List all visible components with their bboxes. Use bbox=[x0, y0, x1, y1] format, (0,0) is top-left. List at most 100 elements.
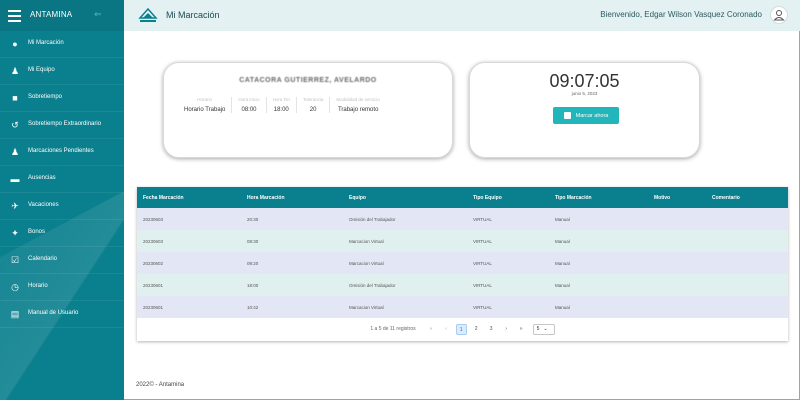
schedule-value: Horario Trabajo bbox=[184, 107, 226, 113]
page-1-button[interactable]: 1 bbox=[455, 323, 467, 335]
sidebar-item-calendario[interactable]: ☑ Calendario bbox=[0, 247, 124, 274]
sidebar-item-label: Ausencias bbox=[28, 175, 56, 181]
cell-time: 20:30 bbox=[247, 217, 259, 222]
team-icon: ♟ bbox=[10, 66, 20, 76]
sidebar-item-mi-equipo[interactable]: ♟ Mi Equipo bbox=[0, 58, 124, 85]
sidebar-item-mi-marcacion[interactable]: ● Mi Marcación bbox=[0, 31, 124, 58]
column-header[interactable]: Fecha Marcación bbox=[143, 195, 184, 201]
user-icon bbox=[773, 10, 785, 21]
service-mode-column: Modalidad de servicio Trabajo remoto bbox=[330, 97, 386, 113]
sidebar-item-vacaciones[interactable]: ✈ Vacaciones bbox=[0, 193, 124, 220]
sidebar-item-sobretiempo[interactable]: ■ Sobretiempo bbox=[0, 85, 124, 112]
sidebar-item-label: Calendario bbox=[28, 256, 58, 262]
table-row[interactable]: 20230602 09:20 Marcacion Virtual VIRTUAL… bbox=[137, 252, 788, 274]
cell-device: Omisión del Trabajador bbox=[349, 283, 396, 288]
book-icon: ▤ bbox=[10, 309, 20, 319]
sidebar-item-horario[interactable]: ◷ Horario bbox=[0, 274, 124, 301]
cell-device: Marcacion Virtual bbox=[349, 305, 384, 310]
tolerance-column: Tolerancia 20 bbox=[297, 97, 331, 113]
cell-mark-type: Manual bbox=[555, 261, 570, 266]
antamina-logo bbox=[138, 7, 158, 22]
pagination: 1 a 5 de 11 registros « ‹ 1 2 3 › » 5 ⌄ bbox=[137, 322, 788, 336]
column-header[interactable]: Tipo Marcación bbox=[555, 195, 592, 201]
cell-device: Omisión del Trabajador bbox=[349, 217, 396, 222]
schedule-column: Horario Horario Trabajo bbox=[178, 97, 233, 113]
cell-device-type: VIRTUAL bbox=[473, 283, 492, 288]
calendar-check-icon: ☑ bbox=[10, 255, 20, 265]
start-time-label: Hora inicio bbox=[238, 97, 260, 102]
page-2-button[interactable]: 2 bbox=[471, 324, 482, 335]
hamburger-menu-icon[interactable] bbox=[8, 10, 21, 22]
sidebar-item-label: Mi Equipo bbox=[28, 67, 55, 73]
page-size-select[interactable]: 5 ⌄ bbox=[532, 323, 555, 335]
column-header[interactable]: Motivo bbox=[654, 195, 670, 201]
table-body: 20230603 20:30 Omisión del Trabajador VI… bbox=[137, 208, 788, 318]
schedule-details: Horario Horario Trabajo Hora inicio 08:0… bbox=[178, 97, 386, 113]
lock-icon bbox=[563, 112, 571, 119]
start-time-value: 08:00 bbox=[241, 107, 257, 113]
next-page-button[interactable]: › bbox=[501, 324, 512, 335]
first-page-button[interactable]: « bbox=[426, 324, 437, 335]
clock-icon: ◷ bbox=[11, 282, 19, 292]
table-row[interactable]: 20230601 10:42 Marcacion Virtual VIRTUAL… bbox=[137, 296, 788, 318]
sidebar-item-manual-de-usuario[interactable]: ▤ Manual de Usuario bbox=[0, 301, 124, 328]
table-row[interactable]: 20230603 08:30 Marcacion Virtual VIRTUAL… bbox=[137, 230, 788, 252]
cell-device-type: VIRTUAL bbox=[473, 239, 492, 244]
current-date: junio 5, 2023 bbox=[571, 91, 598, 96]
end-time-value: 18:00 bbox=[273, 107, 289, 113]
sidebar-item-bonos[interactable]: ✦ Bonos bbox=[0, 220, 124, 247]
mark-now-label: Marcar ahora bbox=[575, 112, 609, 119]
history-icon: ↺ bbox=[11, 120, 19, 130]
end-time-label: Hora Fin bbox=[272, 97, 290, 102]
cell-date: 20230601 bbox=[143, 305, 164, 310]
cell-time: 10:42 bbox=[247, 305, 259, 310]
table-row[interactable]: 20230603 20:30 Omisión del Trabajador VI… bbox=[137, 208, 788, 230]
column-header[interactable]: Hora Marcación bbox=[247, 195, 285, 201]
sidebar-menu: ● Mi Marcación ♟ Mi Equipo ■ Sobretiempo… bbox=[0, 31, 124, 328]
cell-time: 09:20 bbox=[247, 261, 259, 266]
service-mode-label: Modalidad de servicio bbox=[336, 97, 380, 102]
page-size-value: 5 bbox=[536, 326, 540, 332]
sidebar-item-label: Sobretiempo bbox=[28, 94, 63, 100]
fingerprint-icon: ● bbox=[12, 39, 18, 49]
calendar-minus-icon: ▬ bbox=[10, 174, 20, 184]
tolerance-value: 20 bbox=[309, 107, 317, 113]
users-icon: ♟ bbox=[10, 147, 20, 157]
table-header: Fecha Marcación Hora Marcación Equipo Ti… bbox=[137, 187, 788, 208]
sidebar-item-ausencias[interactable]: ▬ Ausencias bbox=[0, 166, 124, 193]
welcome-message: Bienvenido, Edgar Wilson Vasquez Coronad… bbox=[600, 10, 762, 19]
cell-date: 20230603 bbox=[143, 217, 164, 222]
user-menu-button[interactable] bbox=[770, 6, 788, 24]
page-3-button[interactable]: 3 bbox=[486, 324, 497, 335]
sidebar-item-marcaciones-pendientes[interactable]: ♟ Marcaciones Pendientes bbox=[0, 139, 124, 166]
footer-copyright: 2022© - Antamina bbox=[136, 382, 185, 388]
column-header[interactable]: Comentario bbox=[712, 195, 740, 201]
prev-page-button[interactable]: ‹ bbox=[441, 324, 452, 335]
tolerance-label: Tolerancia bbox=[302, 97, 324, 102]
schedule-info-card: CATACORA GUTIERREZ, AVELARDO Horario Hor… bbox=[163, 62, 453, 158]
cell-mark-type: Manual bbox=[555, 305, 570, 310]
cell-time: 18:00 bbox=[247, 283, 259, 288]
records-summary: 1 a 5 de 11 registros bbox=[370, 326, 416, 332]
start-time-column: Hora inicio 08:00 bbox=[232, 97, 267, 113]
collapse-arrow-icon[interactable]: ⇐ bbox=[94, 9, 102, 20]
mark-now-button[interactable]: Marcar ahora bbox=[553, 107, 619, 124]
cell-device-type: VIRTUAL bbox=[473, 305, 492, 310]
column-header[interactable]: Tipo Equipo bbox=[473, 195, 502, 201]
page-title: Mi Marcación bbox=[166, 10, 220, 20]
cell-device: Marcacion Virtual bbox=[349, 261, 384, 266]
end-time-column: Hora Fin 18:00 bbox=[267, 97, 297, 113]
sidebar-item-label: Mi Marcación bbox=[28, 40, 64, 46]
service-mode-value: Trabajo remoto bbox=[337, 107, 379, 113]
top-header: Mi Marcación Bienvenido, Edgar Wilson Va… bbox=[124, 0, 800, 31]
sidebar-item-sobretiempo-extraordinario[interactable]: ↺ Sobretiempo Extraordinario bbox=[0, 112, 124, 139]
table-row[interactable]: 20230601 18:00 Omisión del Trabajador VI… bbox=[137, 274, 788, 296]
gift-icon: ✦ bbox=[11, 228, 19, 238]
column-header[interactable]: Equipo bbox=[349, 195, 366, 201]
current-time: 09:07:05 bbox=[549, 71, 620, 91]
sidebar: ANTAMINA ⇐ ● Mi Marcación ♟ Mi Equipo ■ … bbox=[0, 0, 124, 400]
sidebar-item-label: Horario bbox=[28, 283, 48, 289]
cell-device: Marcacion Virtual bbox=[349, 239, 384, 244]
cell-device-type: VIRTUAL bbox=[473, 261, 492, 266]
last-page-button[interactable]: » bbox=[516, 324, 527, 335]
